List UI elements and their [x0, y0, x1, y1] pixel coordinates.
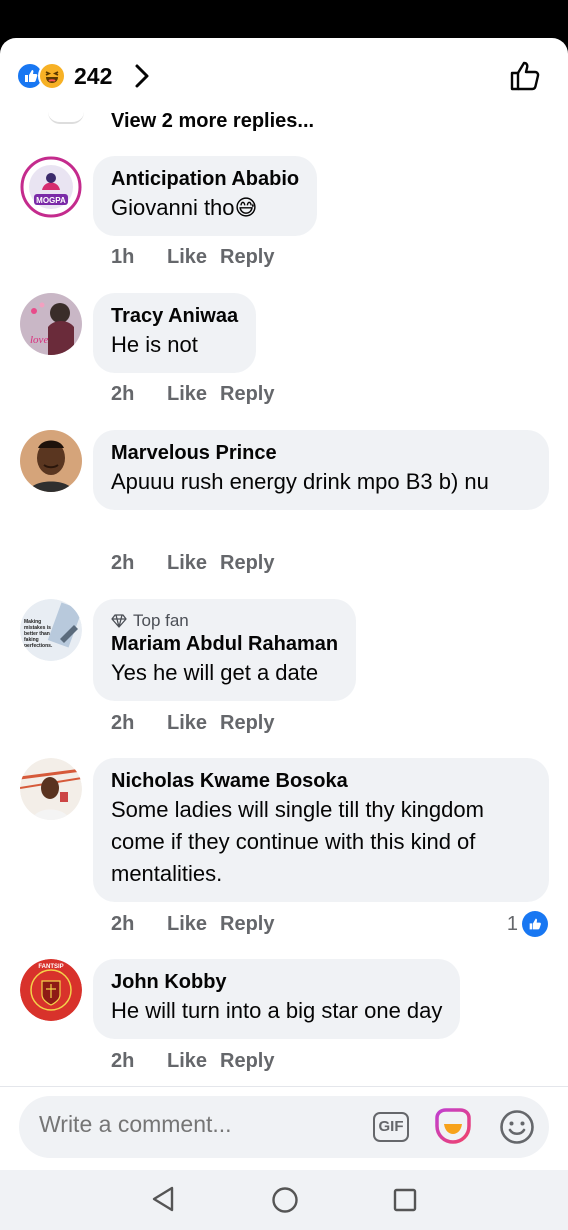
comment-author[interactable]: Anticipation Ababio [111, 166, 299, 192]
comment-actions: 2h Like Reply [111, 712, 274, 735]
back-icon[interactable] [150, 1185, 176, 1218]
system-nav-bar [0, 1170, 568, 1230]
thread-connector [48, 112, 84, 124]
comment-bubble[interactable]: Tracy Aniwaa He is not [93, 293, 257, 373]
comment-actions: 1h Like Reply [111, 246, 274, 269]
comment-author[interactable]: Marvelous Prince [111, 440, 531, 466]
comment-bubble[interactable]: John Kobby He will turn into a big star … [93, 959, 461, 1039]
comment-time: 2h [111, 712, 135, 734]
comment-composer[interactable]: GIF [19, 1096, 549, 1158]
avatar-caption: Making mistakes is better than faking pe… [24, 619, 53, 649]
like-reaction-icon [522, 911, 548, 937]
like-post-icon[interactable] [508, 58, 544, 99]
avatar[interactable] [20, 430, 82, 492]
comment-text: Yes he will get a date [111, 660, 319, 685]
reactions-header[interactable]: 242 [0, 38, 568, 112]
like-button[interactable]: Like [167, 552, 220, 575]
badge-label: Top fan [133, 611, 189, 630]
comment-text: He is not [111, 332, 198, 357]
avatar-badge-text: MOGPA [36, 196, 66, 205]
comment-text: He will turn into a big star one day [111, 998, 443, 1023]
comment-author[interactable]: Nicholas Kwame Bosoka [111, 768, 531, 794]
like-button[interactable]: Like [167, 712, 220, 735]
like-button[interactable]: Like [167, 1050, 220, 1073]
comment-time: 2h [111, 383, 135, 405]
comment-actions: 2h Like Reply [111, 552, 274, 575]
comment-bubble[interactable]: Top fan Mariam Abdul Rahaman Yes he will… [93, 599, 357, 701]
reaction-count[interactable]: 242 [74, 62, 112, 90]
comment-time: 1h [111, 246, 135, 268]
haha-reaction-icon [38, 62, 66, 90]
top-fan-badge: Top fan [111, 611, 338, 631]
reply-button[interactable]: Reply [220, 552, 274, 575]
view-more-replies-link[interactable]: View 2 more replies... [111, 110, 314, 133]
comment-actions: 2h Like Reply [111, 913, 274, 936]
like-button[interactable]: Like [167, 246, 220, 269]
composer-divider [0, 1086, 568, 1087]
avatar[interactable]: love [20, 293, 82, 355]
like-button[interactable]: Like [167, 913, 220, 936]
chevron-right-icon[interactable] [132, 63, 152, 94]
comment-bubble[interactable]: Anticipation Ababio Giovanni tho😅 [93, 156, 318, 236]
comment-actions: 2h Like Reply [111, 383, 274, 406]
avatar[interactable]: FANTSIP [20, 959, 82, 1021]
comment-bubble[interactable]: Nicholas Kwame Bosoka Some ladies will s… [93, 758, 549, 902]
reply-button[interactable]: Reply [220, 1050, 274, 1073]
reply-button[interactable]: Reply [220, 246, 274, 269]
recent-apps-icon[interactable] [393, 1188, 417, 1217]
avatar-badge-text: FANTSIP [38, 964, 63, 970]
comment-bubble[interactable]: Marvelous Prince Apuuu rush energy drink… [93, 430, 549, 510]
status-bar [0, 0, 568, 38]
comment-text: Some ladies will single till thy kingdom… [111, 797, 484, 886]
comments-sheet: 242 View 2 more replies... MOGPA Anticip… [0, 38, 568, 1230]
reply-button[interactable]: Reply [220, 913, 274, 936]
avatar[interactable] [20, 758, 82, 820]
like-button[interactable]: Like [167, 383, 220, 406]
reactions-icons[interactable] [16, 62, 72, 92]
svg-text:love: love [30, 334, 48, 346]
like-count-value: 1 [506, 912, 518, 935]
comment-author[interactable]: Mariam Abdul Rahaman [111, 631, 338, 657]
comment-time: 2h [111, 1050, 135, 1072]
comment-author[interactable]: Tracy Aniwaa [111, 303, 238, 329]
comment-time: 2h [111, 552, 135, 574]
home-icon[interactable] [271, 1186, 299, 1219]
reply-button[interactable]: Reply [220, 712, 274, 735]
comment-reaction-count[interactable]: 1 [507, 911, 548, 937]
comment-text: Apuuu rush energy drink mpo B3 b) nu [111, 469, 489, 494]
comment-author[interactable]: John Kobby [111, 969, 442, 995]
gif-icon[interactable]: GIF [373, 1112, 409, 1142]
sticker-icon[interactable] [433, 1108, 473, 1151]
emoji-icon[interactable] [499, 1109, 535, 1150]
reply-button[interactable]: Reply [220, 383, 274, 406]
avatar[interactable]: Making mistakes is better than faking pe… [20, 599, 82, 661]
diamond-icon [111, 614, 127, 628]
comment-text: Giovanni tho😅 [111, 195, 258, 220]
comment-actions: 2h Like Reply [111, 1050, 274, 1073]
comment-input[interactable] [39, 1111, 359, 1138]
comment-time: 2h [111, 913, 135, 935]
avatar[interactable]: MOGPA [20, 156, 82, 218]
